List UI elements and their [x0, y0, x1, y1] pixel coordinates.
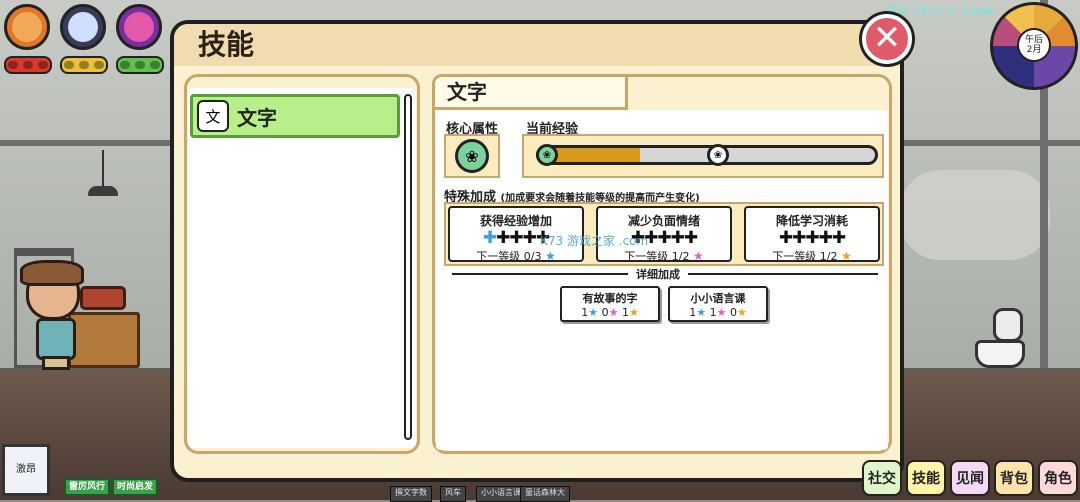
pink-star-icon: ★ [716, 306, 727, 319]
menu-social-button[interactable]: 社交 [862, 460, 902, 496]
cabinet [68, 312, 140, 368]
skill-panel-header [174, 24, 900, 66]
menu-character-button[interactable]: 角色 [1038, 460, 1078, 496]
clock-period: 午后 [1024, 35, 1043, 45]
menu-knowledge-button[interactable]: 见闻 [950, 460, 990, 496]
exp-start-icon: ❀ [536, 144, 558, 166]
health-bar [4, 56, 52, 74]
health-status-icon[interactable] [4, 4, 50, 50]
player-character-body [36, 318, 76, 360]
trait-tag[interactable]: 雷厉风行 [64, 478, 111, 496]
mood-status-icon[interactable] [116, 4, 162, 50]
watermark: K73 游戏之家 .com [540, 234, 649, 248]
player-character-legs [42, 356, 70, 370]
toilet [975, 340, 1025, 368]
skill-list [188, 88, 416, 448]
bonus-next-text: 下一等级 0/3 [476, 250, 542, 263]
pink-value: 1 [709, 306, 717, 319]
clock-date: 2月 [1026, 45, 1042, 55]
orange-star-icon: ★ [628, 306, 639, 319]
bonus-next-level: 下一等级 1/2 ★ [746, 248, 878, 264]
detail-bonus-card[interactable]: 小小语言课 1★ 1★ 0★ [668, 286, 768, 322]
bonus-name: 减少负面情绪 [627, 214, 700, 228]
player-character-hair [20, 260, 84, 286]
detail-bonus-card[interactable]: 有故事的字 1★ 0★ 1★ [560, 286, 660, 322]
bonus-level-crosses: ✚✚✚✚✚ [778, 228, 846, 248]
skill-list-item-writing[interactable]: 文 文字 [190, 94, 400, 138]
trait-tag[interactable]: 时尚启发 [112, 478, 159, 496]
orange-star-icon: ★ [840, 249, 852, 263]
mood-bar [116, 56, 164, 74]
energy-bar [60, 56, 108, 74]
version-label: 测试 v0.6.6 Steam [885, 4, 994, 17]
detail-bonus-name: 小小语言课 [690, 292, 746, 305]
bonus-next-level: 下一等级 1/2 ★ [598, 248, 730, 264]
pink-value: 0 [601, 306, 609, 319]
panel-title: 技能 [198, 28, 255, 61]
bonus-next-text: 下一等级 1/2 [624, 250, 690, 263]
pink-star-icon: ★ [608, 306, 619, 319]
ceiling-lamp [88, 186, 118, 196]
wall-pipe [904, 140, 1080, 146]
brain-icon: ❀ [455, 139, 489, 173]
detail-bonus-values: 1★ 0★ 1★ [562, 306, 658, 319]
pink-star-icon: ★ [692, 249, 704, 263]
lamp-cord [102, 150, 104, 190]
writing-skill-icon: 文 [197, 100, 229, 132]
skill-list-item-label: 文字 [237, 105, 277, 130]
detail-bonus-label: 详细加成 [628, 266, 688, 282]
close-button[interactable]: ✕ [862, 14, 912, 64]
orange-star-icon: ★ [736, 306, 747, 319]
wall-pipe [0, 140, 170, 146]
bonus-name: 降低学习消耗 [775, 214, 848, 228]
menu-bag-button[interactable]: 背包 [994, 460, 1034, 496]
bonus-next-level: 下一等级 0/3 ★ [450, 248, 582, 264]
bonus-next-text: 下一等级 1/2 [772, 250, 838, 263]
mood-avatar[interactable]: 激昂 [2, 444, 50, 496]
skill-list-scrollbar[interactable] [404, 94, 412, 440]
detail-bonus-name: 有故事的字 [582, 292, 638, 305]
energy-status-icon[interactable] [60, 4, 106, 50]
close-icon: ✕ [872, 18, 902, 58]
skill-name: 文字 [432, 74, 628, 110]
bonus-name: 获得经验增加 [479, 214, 552, 228]
core-attr-box: ❀ [444, 134, 500, 178]
detail-bonus-values: 1★ 1★ 0★ [670, 306, 766, 319]
orange-value: 1 [621, 306, 629, 319]
wall-stain [900, 170, 1050, 260]
bonus-card-cost[interactable]: 降低学习消耗 ✚✚✚✚✚ 下一等级 1/2 ★ [744, 206, 880, 264]
exp-next-level-icon: ❀ [707, 144, 729, 166]
blue-star-icon: ★ [696, 306, 707, 319]
clock-center: 午后 2月 [1017, 28, 1051, 62]
blue-star-icon: ★ [544, 249, 556, 263]
toilet-tank [993, 308, 1023, 342]
radio [80, 286, 126, 310]
orange-value: 0 [729, 306, 737, 319]
blue-star-icon: ★ [588, 306, 599, 319]
menu-skill-button[interactable]: 技能 [906, 460, 946, 496]
